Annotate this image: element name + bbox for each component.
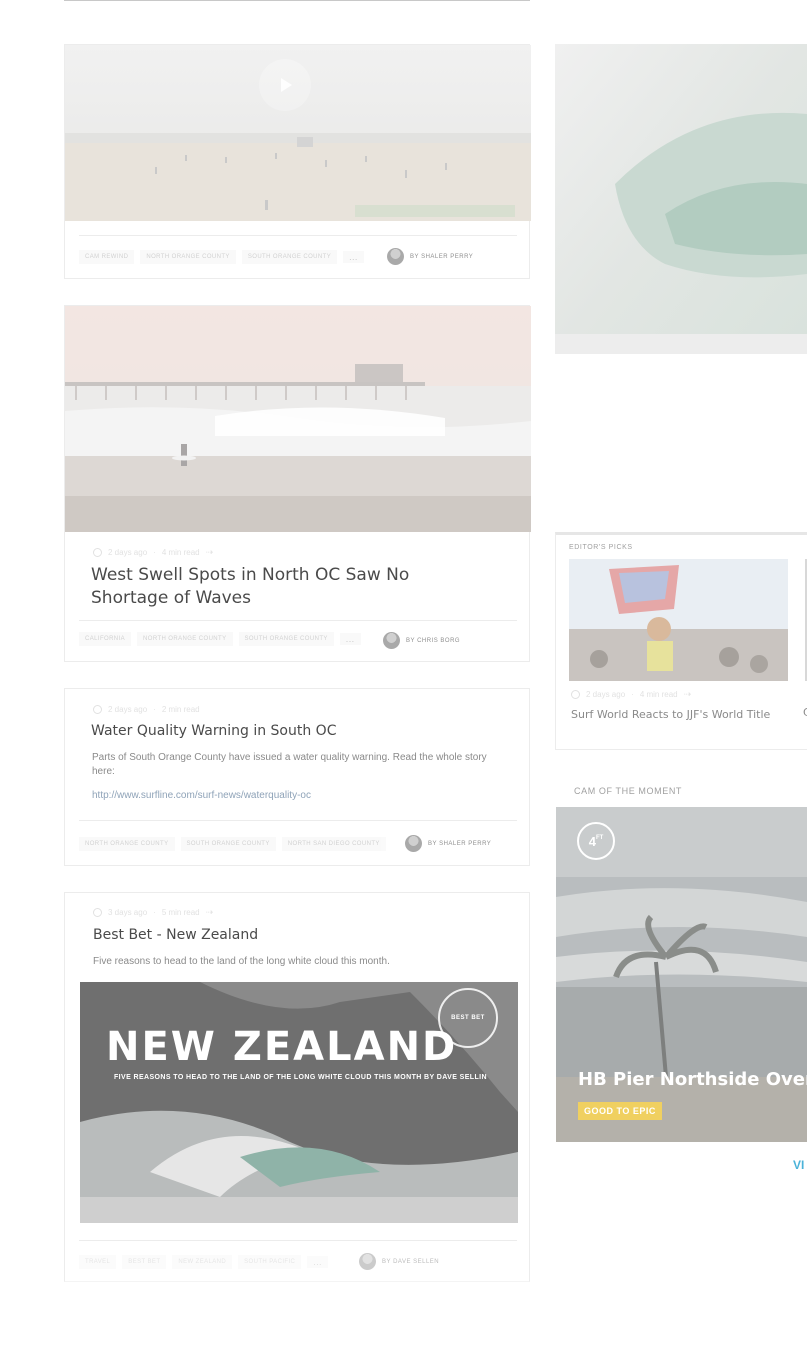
tag[interactable]: NORTH ORANGE COUNTY	[140, 250, 236, 264]
card-divider	[79, 235, 517, 236]
tag[interactable]: NEW ZEALAND	[172, 1255, 233, 1269]
editors-pick-title[interactable]: Surf World Reacts to JJF's World Title	[571, 706, 786, 723]
more-tags-button[interactable]: ...	[339, 633, 361, 645]
article-excerpt: Five reasons to head to the land of the …	[93, 956, 390, 967]
top-divider	[64, 0, 530, 1]
clock-icon	[93, 705, 102, 714]
article-title[interactable]: Water Quality Warning in South OC	[91, 723, 336, 739]
author-byline[interactable]: BY SHALER PERRY	[405, 835, 491, 852]
wave-height-unit: FT	[595, 835, 604, 841]
tag[interactable]: NORTH ORANGE COUNTY	[79, 837, 175, 851]
tag-list: CAM REWIND NORTH ORANGE COUNTY SOUTH ORA…	[79, 250, 364, 264]
best-bet-logo: BEST BET	[438, 988, 498, 1048]
more-tags-button[interactable]: ...	[343, 251, 364, 263]
tag[interactable]: SOUTH ORANGE COUNTY	[180, 837, 276, 851]
tag[interactable]: CAM REWIND	[79, 250, 135, 264]
read-time: 5 min read	[161, 908, 200, 917]
separator-dot: ·	[153, 908, 156, 917]
avatar	[383, 632, 400, 649]
article-meta: 3 days ago · 5 min read ⇢	[93, 907, 213, 918]
tag[interactable]: SOUTH PACIFIC	[238, 1255, 302, 1269]
article-image[interactable]: NEW ZEALAND FIVE REASONS TO HEAD TO THE …	[80, 982, 518, 1223]
article-meta: 2 days ago · 4 min read ⇢	[571, 689, 691, 700]
best-bet-logo-text: BEST BET	[451, 1015, 485, 1021]
tag-list: NORTH ORANGE COUNTY SOUTH ORANGE COUNTY …	[79, 837, 386, 851]
next-pick-title[interactable]: C	[803, 706, 807, 719]
tag-list: TRAVEL BEST BET NEW ZEALAND SOUTH PACIFI…	[79, 1255, 328, 1269]
tag[interactable]: SOUTH ORANGE COUNTY	[241, 250, 338, 264]
article-card[interactable]: 2 days ago · 4 min read ⇢ West Swell Spo…	[64, 305, 531, 662]
read-time: 4 min read	[161, 548, 200, 557]
article-age: 2 days ago	[108, 705, 148, 714]
card-divider	[79, 620, 517, 621]
pier-surfer-image	[65, 306, 531, 532]
featured-wave-image[interactable]	[555, 44, 807, 354]
cam-rewind-card[interactable]: CAM REWIND NORTH ORANGE COUNTY SOUTH ORA…	[64, 44, 531, 279]
view-all-link[interactable]: VI	[793, 1158, 804, 1172]
author-byline[interactable]: BY DAVE SELLEN	[359, 1253, 439, 1270]
editors-pick-image[interactable]	[569, 559, 788, 681]
article-age: 2 days ago	[108, 548, 148, 557]
tag[interactable]: NORTH SAN DIEGO COUNTY	[281, 837, 386, 851]
section-label: CAM OF THE MOMENT	[574, 786, 683, 796]
article-age: 3 days ago	[108, 908, 148, 917]
article-title[interactable]: Best Bet - New Zealand	[93, 927, 258, 943]
image-headline: NEW ZEALAND	[106, 1024, 458, 1070]
card-divider	[79, 820, 517, 821]
article-image[interactable]	[65, 306, 531, 532]
article-card[interactable]: 3 days ago · 5 min read ⇢ Best Bet - New…	[64, 892, 530, 1282]
tag[interactable]: SOUTH ORANGE COUNTY	[238, 632, 334, 646]
article-card[interactable]: 2 days ago · 2 min read Water Quality Wa…	[64, 688, 530, 866]
play-button[interactable]	[259, 59, 311, 111]
cam-title[interactable]: HB Pier Northside Overv	[578, 1069, 807, 1090]
tag-list: CALIFORNIA NORTH ORANGE COUNTY SOUTH ORA…	[79, 632, 361, 646]
article-link[interactable]: http://www.surfline.com/surf-news/waterq…	[92, 790, 311, 801]
article-meta: 2 days ago · 4 min read ⇢	[93, 547, 213, 558]
author-name: BY CHRIS BORG	[406, 637, 461, 644]
author-byline[interactable]: BY CHRIS BORG	[383, 632, 460, 649]
clock-icon	[93, 908, 102, 917]
separator-dot: ·	[153, 705, 156, 714]
wave-barrel-image	[555, 44, 807, 354]
share-icon[interactable]: ⇢	[684, 689, 692, 700]
article-excerpt: Parts of South Orange County have issued…	[92, 752, 487, 777]
avatar	[387, 248, 404, 265]
tag[interactable]: BEST BET	[122, 1255, 167, 1269]
jjf-celebration-image	[569, 559, 788, 681]
editors-picks-panel: EDITOR'S PICKS 2 days ago · 4 min read ⇢…	[555, 532, 807, 750]
tag[interactable]: NORTH ORANGE COUNTY	[137, 632, 233, 646]
card-divider	[79, 1240, 517, 1241]
article-age: 2 days ago	[586, 690, 626, 699]
read-time: 4 min read	[639, 690, 678, 699]
wave-height-value: 4	[588, 833, 596, 849]
author-name: BY SHALER PERRY	[428, 840, 492, 847]
tag[interactable]: CALIFORNIA	[79, 632, 132, 646]
tag[interactable]: TRAVEL	[79, 1255, 117, 1269]
image-subline: FIVE REASONS TO HEAD TO THE LAND OF THE …	[114, 1074, 487, 1081]
cam-rewind-video-thumbnail[interactable]	[65, 45, 531, 221]
separator-dot: ·	[631, 690, 634, 699]
author-byline[interactable]: BY SHALER PERRY	[387, 248, 473, 265]
avatar	[359, 1253, 376, 1270]
clock-icon	[571, 690, 580, 699]
separator-dot: ·	[153, 548, 156, 557]
article-meta: 2 days ago · 2 min read	[93, 705, 200, 714]
share-icon[interactable]: ⇢	[206, 547, 214, 558]
author-name: BY DAVE SELLEN	[382, 1258, 440, 1265]
section-label: EDITOR'S PICKS	[569, 544, 633, 551]
avatar	[405, 835, 422, 852]
wave-height-badge: 4 FT	[577, 822, 615, 860]
clock-icon	[93, 548, 102, 557]
share-icon[interactable]: ⇢	[206, 907, 214, 918]
author-name: BY SHALER PERRY	[410, 253, 474, 260]
article-title[interactable]: West Swell Spots in North OC Saw No Shor…	[91, 564, 471, 610]
read-time: 2 min read	[161, 705, 200, 714]
cam-of-the-moment[interactable]: 4 FT HB Pier Northside Overv GOOD TO EPIC	[556, 807, 807, 1142]
condition-badge: GOOD TO EPIC	[578, 1102, 662, 1120]
more-tags-button[interactable]: ...	[307, 1256, 328, 1268]
